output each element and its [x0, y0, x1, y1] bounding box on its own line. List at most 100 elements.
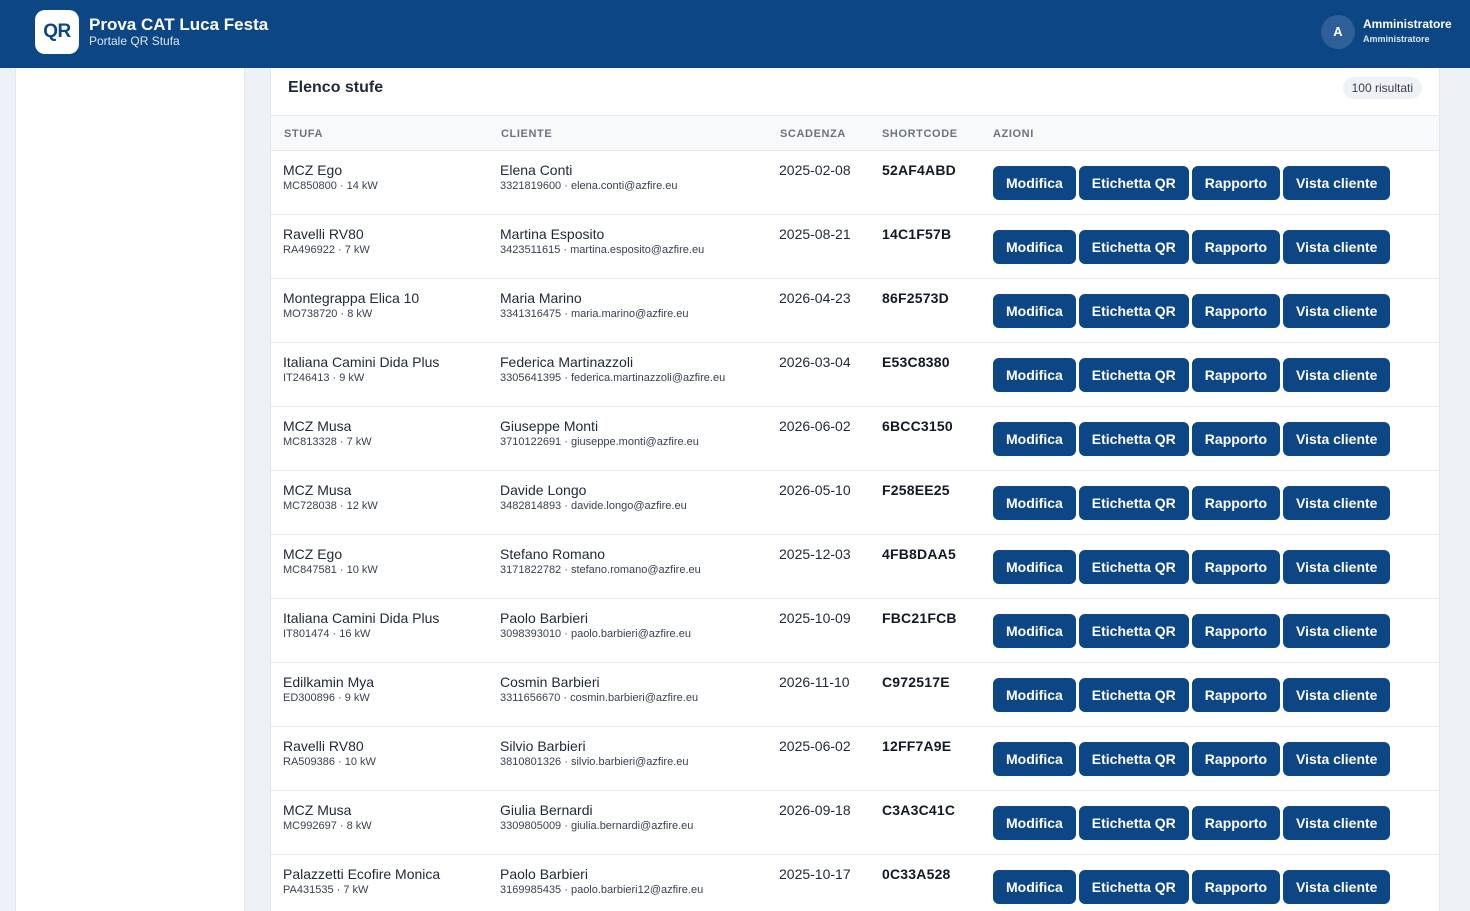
client-name: Maria Marino	[500, 290, 582, 306]
shortcode: C972517E	[882, 674, 950, 690]
shortcode: 6BCC3150	[882, 418, 953, 434]
stove-detail: MC728038 · 12 kW	[283, 500, 378, 512]
due-date: 2026-04-23	[779, 290, 851, 306]
shortcode: F258EE25	[882, 482, 950, 498]
report-button[interactable]: Rapporto	[1191, 230, 1281, 264]
client-view-button[interactable]: Vista cliente	[1283, 422, 1391, 456]
report-button[interactable]: Rapporto	[1191, 870, 1281, 904]
stove-name: Ravelli RV80	[283, 226, 364, 242]
client-name: Paolo Barbieri	[500, 866, 588, 882]
shortcode: 12FF7A9E	[882, 738, 952, 754]
client-view-button[interactable]: Vista cliente	[1283, 230, 1391, 264]
qr-label-button[interactable]: Etichetta QR	[1078, 230, 1189, 264]
stove-name: Palazzetti Ecofire Monica	[283, 866, 441, 882]
qr-label-button[interactable]: Etichetta QR	[1078, 166, 1189, 200]
qr-label-button[interactable]: Etichetta QR	[1078, 422, 1189, 456]
edit-button[interactable]: Modifica	[993, 166, 1076, 200]
qr-label-button[interactable]: Etichetta QR	[1078, 294, 1189, 328]
user-avatar[interactable]: A	[1321, 15, 1355, 49]
qr-label-button[interactable]: Etichetta QR	[1078, 486, 1189, 520]
report-button[interactable]: Rapporto	[1191, 806, 1281, 840]
due-date: 2026-11-10	[779, 674, 850, 690]
qr-label-button[interactable]: Etichetta QR	[1078, 742, 1189, 776]
due-date: 2026-03-04	[779, 354, 851, 370]
edit-button[interactable]: Modifica	[993, 422, 1076, 456]
stove-name: MCZ Musa	[283, 418, 352, 434]
edit-button[interactable]: Modifica	[993, 870, 1076, 904]
edit-button[interactable]: Modifica	[993, 230, 1076, 264]
client-view-button[interactable]: Vista cliente	[1283, 166, 1391, 200]
client-view-button[interactable]: Vista cliente	[1283, 550, 1391, 584]
client-detail: 3098393010 · paolo.barbieri@azfire.eu	[500, 628, 691, 640]
client-view-button[interactable]: Vista cliente	[1283, 358, 1391, 392]
client-name: Davide Longo	[500, 482, 587, 498]
stove-detail: IT801474 · 16 kW	[283, 628, 371, 640]
table-row: MCZ Ego MC850800 · 14 kW Elena Conti 332…	[271, 151, 1439, 215]
table-row: Palazzetti Ecofire Monica PA431535 · 7 k…	[271, 855, 1439, 911]
client-detail: 3482814893 · davide.longo@azfire.eu	[500, 500, 687, 512]
client-view-button[interactable]: Vista cliente	[1283, 806, 1391, 840]
client-view-button[interactable]: Vista cliente	[1283, 678, 1391, 712]
top-bar: QR Prova CAT Luca Festa Portale QR Stufa…	[0, 0, 1470, 68]
due-date: 2025-10-17	[779, 866, 851, 882]
client-view-button[interactable]: Vista cliente	[1283, 614, 1391, 648]
qr-label-button[interactable]: Etichetta QR	[1078, 358, 1189, 392]
client-detail: 3309805009 · giulia.bernardi@azfire.eu	[500, 820, 694, 832]
client-name: Silvio Barbieri	[500, 738, 586, 754]
edit-button[interactable]: Modifica	[993, 294, 1076, 328]
table-row: Edilkamin Mya ED300896 · 9 kW Cosmin Bar…	[271, 663, 1439, 727]
row-actions: Modifica Etichetta QR Rapporto Vista cli…	[993, 806, 1393, 840]
report-button[interactable]: Rapporto	[1191, 166, 1281, 200]
qr-logo: QR	[35, 10, 79, 54]
edit-button[interactable]: Modifica	[993, 486, 1076, 520]
qr-label-button[interactable]: Etichetta QR	[1078, 614, 1189, 648]
report-button[interactable]: Rapporto	[1191, 742, 1281, 776]
column-header-cliente: CLIENTE	[501, 128, 553, 140]
qr-label-button[interactable]: Etichetta QR	[1078, 870, 1189, 904]
report-button[interactable]: Rapporto	[1191, 678, 1281, 712]
results-count-badge: 100 risultati	[1342, 77, 1422, 99]
edit-button[interactable]: Modifica	[993, 550, 1076, 584]
client-name: Paolo Barbieri	[500, 610, 588, 626]
user-name: Amministratore	[1363, 17, 1452, 31]
qr-label-button[interactable]: Etichetta QR	[1078, 678, 1189, 712]
edit-button[interactable]: Modifica	[993, 358, 1076, 392]
row-actions: Modifica Etichetta QR Rapporto Vista cli…	[993, 230, 1393, 264]
client-view-button[interactable]: Vista cliente	[1283, 294, 1391, 328]
due-date: 2025-10-09	[779, 610, 851, 626]
app-title: Prova CAT Luca Festa	[89, 15, 269, 34]
table-body: MCZ Ego MC850800 · 14 kW Elena Conti 332…	[271, 151, 1439, 911]
due-date: 2025-06-02	[779, 738, 851, 754]
stove-name: Montegrappa Elica 10	[283, 290, 420, 306]
app-subtitle: Portale QR Stufa	[89, 34, 180, 48]
shortcode: 86F2573D	[882, 290, 949, 306]
stove-name: MCZ Ego	[283, 162, 343, 178]
client-view-button[interactable]: Vista cliente	[1283, 742, 1391, 776]
client-view-button[interactable]: Vista cliente	[1283, 870, 1391, 904]
report-button[interactable]: Rapporto	[1191, 614, 1281, 648]
client-name: Martina Esposito	[500, 226, 605, 242]
table-row: MCZ Musa MC728038 · 12 kW Davide Longo 3…	[271, 471, 1439, 535]
client-view-button[interactable]: Vista cliente	[1283, 486, 1391, 520]
qr-label-button[interactable]: Etichetta QR	[1078, 806, 1189, 840]
report-button[interactable]: Rapporto	[1191, 358, 1281, 392]
report-button[interactable]: Rapporto	[1191, 294, 1281, 328]
edit-button[interactable]: Modifica	[993, 742, 1076, 776]
edit-button[interactable]: Modifica	[993, 614, 1076, 648]
client-name: Cosmin Barbieri	[500, 674, 600, 690]
shortcode: FBC21FCB	[882, 610, 957, 626]
table-row: Italiana Camini Dida Plus IT801474 · 16 …	[271, 599, 1439, 663]
due-date: 2026-06-02	[779, 418, 851, 434]
row-actions: Modifica Etichetta QR Rapporto Vista cli…	[993, 614, 1393, 648]
report-button[interactable]: Rapporto	[1191, 486, 1281, 520]
stove-detail: PA431535 · 7 kW	[283, 884, 369, 896]
report-button[interactable]: Rapporto	[1191, 550, 1281, 584]
edit-button[interactable]: Modifica	[993, 678, 1076, 712]
stove-name: MCZ Ego	[283, 546, 343, 562]
row-actions: Modifica Etichetta QR Rapporto Vista cli…	[993, 166, 1393, 200]
edit-button[interactable]: Modifica	[993, 806, 1076, 840]
table-row: Ravelli RV80 RA509386 · 10 kW Silvio Bar…	[271, 727, 1439, 791]
qr-label-button[interactable]: Etichetta QR	[1078, 550, 1189, 584]
report-button[interactable]: Rapporto	[1191, 422, 1281, 456]
table-header: STUFA CLIENTE SCADENZA SHORTCODE AZIONI	[271, 116, 1439, 151]
